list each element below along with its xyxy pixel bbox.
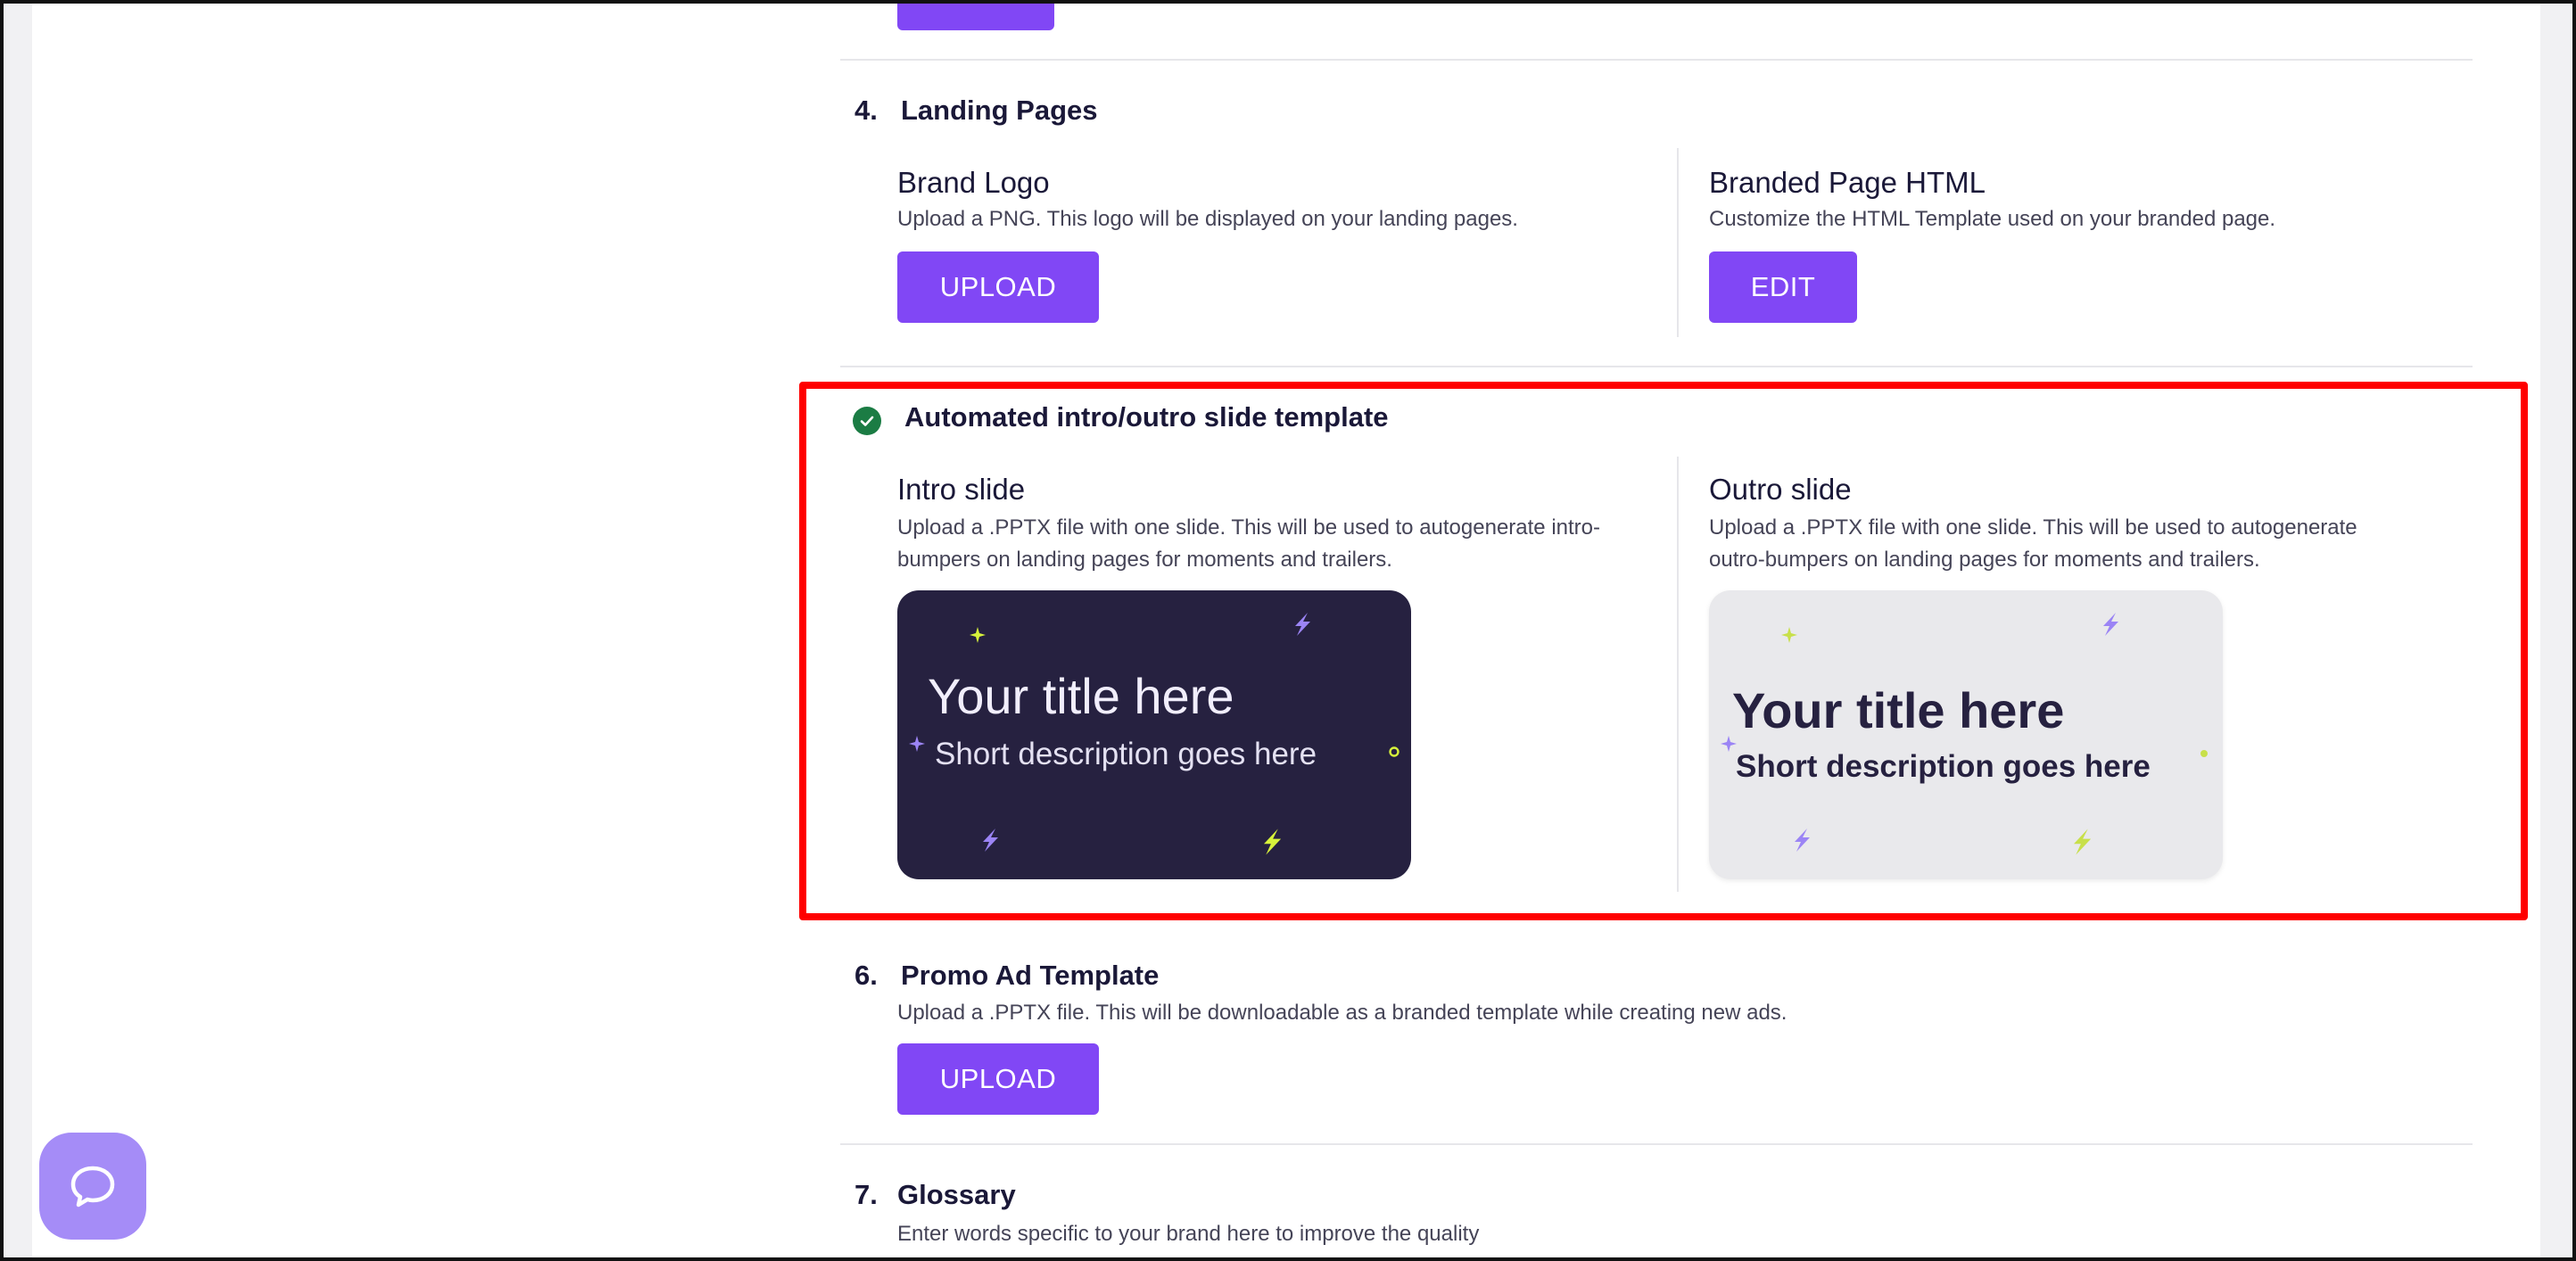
intro-preview-description: Short description goes here bbox=[935, 737, 1317, 771]
sparkle-icon bbox=[1781, 627, 1797, 643]
intro-desc-line-1: Upload a .PPTX file with one slide. This… bbox=[897, 515, 1600, 540]
section-title-promo-ad: 6. Promo Ad Template bbox=[855, 960, 1159, 992]
glossary-description: Enter words specific to your brand here … bbox=[897, 1222, 1480, 1246]
check-circle-icon bbox=[853, 407, 881, 435]
section-divider bbox=[840, 59, 2473, 61]
section-number: 6. bbox=[855, 960, 878, 991]
intro-slide-title: Intro slide bbox=[897, 473, 1026, 506]
left-gutter bbox=[4, 0, 32, 1261]
sparkle-icon bbox=[1721, 736, 1737, 752]
section-divider bbox=[840, 1143, 2473, 1145]
column-separator bbox=[1677, 457, 1679, 892]
column-separator bbox=[1677, 148, 1679, 337]
brand-logo-description: Upload a PNG. This logo will be displaye… bbox=[897, 207, 1518, 231]
section-title-text: Landing Pages bbox=[901, 95, 1098, 126]
section-title-text: Promo Ad Template bbox=[901, 960, 1160, 991]
right-scrollbar-track[interactable] bbox=[2540, 0, 2572, 1261]
outro-desc-line-2: outro-bumpers on landing pages for momen… bbox=[1709, 548, 2260, 572]
sparkle-icon bbox=[970, 627, 986, 643]
outro-preview-description: Short description goes here bbox=[1736, 749, 2151, 784]
branded-page-title: Branded Page HTML bbox=[1709, 166, 1986, 199]
save-button-partial[interactable] bbox=[897, 0, 1054, 30]
ring-icon bbox=[1389, 746, 1399, 757]
lightning-icon bbox=[2074, 828, 2092, 855]
intro-slide-preview[interactable]: Your title here Short description goes h… bbox=[897, 590, 1411, 879]
brand-logo-title: Brand Logo bbox=[897, 166, 1050, 199]
outro-slide-description: Upload a .PPTX file with one slide. This… bbox=[1709, 512, 2357, 576]
section-title-landing-pages: 4. Landing Pages bbox=[855, 95, 1097, 127]
lightning-icon bbox=[1264, 828, 1282, 855]
intro-slide-description: Upload a .PPTX file with one slide. This… bbox=[897, 512, 1600, 576]
edit-html-button[interactable]: EDIT bbox=[1709, 251, 1857, 323]
lightning-icon bbox=[1295, 613, 1310, 636]
lightning-icon bbox=[983, 828, 998, 852]
outro-preview-title: Your title here bbox=[1732, 682, 2065, 738]
section-number: 7. bbox=[855, 1179, 878, 1210]
upload-promo-button[interactable]: UPLOAD bbox=[897, 1043, 1099, 1115]
section-title-text: Glossary bbox=[897, 1179, 1016, 1210]
upload-logo-button[interactable]: UPLOAD bbox=[897, 251, 1099, 323]
branded-page-description: Customize the HTML Template used on your… bbox=[1709, 207, 2276, 231]
section-title-glossary: 7. Glossary bbox=[855, 1179, 1016, 1211]
intro-desc-line-2: bumpers on landing pages for moments and… bbox=[897, 548, 1392, 572]
outro-slide-preview[interactable]: Your title here Short description goes h… bbox=[1709, 590, 2223, 879]
outro-slide-title: Outro slide bbox=[1709, 473, 1852, 506]
lightning-icon bbox=[2103, 613, 2118, 636]
ring-icon bbox=[2200, 750, 2208, 757]
section-title-intro-outro: Automated intro/outro slide template bbox=[904, 401, 1389, 433]
chat-bubble-icon bbox=[70, 1166, 115, 1207]
lightning-icon bbox=[1795, 828, 1810, 852]
promo-ad-description: Upload a .PPTX file. This will be downlo… bbox=[897, 1001, 1788, 1025]
intro-preview-title: Your title here bbox=[928, 668, 1234, 724]
sparkle-icon bbox=[909, 736, 925, 752]
section-divider bbox=[840, 366, 2473, 367]
outro-desc-line-1: Upload a .PPTX file with one slide. This… bbox=[1709, 515, 2357, 540]
chat-support-button[interactable] bbox=[39, 1133, 146, 1240]
section-number: 4. bbox=[855, 95, 878, 126]
